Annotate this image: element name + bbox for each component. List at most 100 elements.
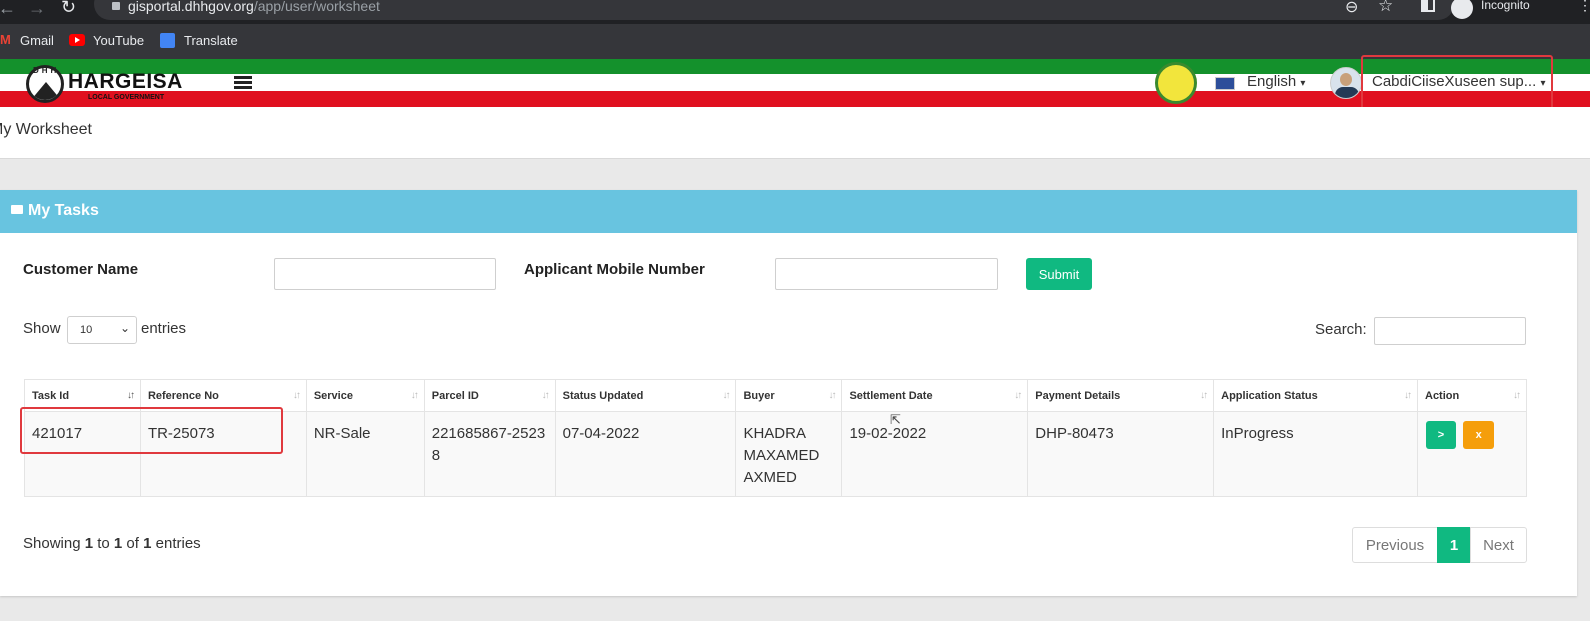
col-payment-details[interactable]: Payment Details ↓↑ <box>1027 379 1215 412</box>
col-application-status[interactable]: Application Status ↓↑ <box>1213 379 1418 412</box>
url-host: gisportal.dhhgov.org <box>128 0 254 14</box>
chevron-down-icon: ▾ <box>1300 78 1306 89</box>
col-settlement-date-label: Settlement Date <box>849 389 933 402</box>
page-title: My Worksheet <box>0 121 92 138</box>
sort-icon: ↓↑ <box>410 390 419 401</box>
translate-icon <box>160 33 175 48</box>
info-to-word: to <box>93 535 114 552</box>
government-seal-icon <box>1155 62 1197 104</box>
info-of-word: of <box>122 535 144 552</box>
col-settlement-date[interactable]: Settlement Date ↓↑ <box>841 379 1029 412</box>
col-buyer[interactable]: Buyer ↓↑ <box>735 379 843 412</box>
col-buyer-label: Buyer <box>743 389 775 402</box>
sort-icon: ↓↑ <box>1404 390 1412 401</box>
col-reference-no-label: Reference No <box>147 389 219 402</box>
pagination-next[interactable]: Next <box>1470 527 1527 563</box>
zoom-icon[interactable]: ⊖ <box>1345 0 1358 17</box>
lock-icon <box>112 2 120 10</box>
my-tasks-panel: My Tasks Customer Name Applicant Mobile … <box>0 190 1577 596</box>
info-to: 1 <box>113 535 123 552</box>
sort-icon: ↓↑ <box>541 390 550 401</box>
cell-parcel-id: 221685867-25238 <box>423 411 556 497</box>
col-action[interactable]: Action ↓↑ <box>1417 379 1527 412</box>
mountain-icon <box>31 82 61 100</box>
cell-buyer: KHADRA MAXAMED AXMED <box>735 411 843 497</box>
language-label: English <box>1247 73 1297 90</box>
cancel-button[interactable]: x <box>1463 421 1495 449</box>
search-input[interactable] <box>1374 317 1526 345</box>
panel-title: My Tasks <box>28 202 99 219</box>
cell-settlement-date: 19-02-2022 <box>841 411 1029 497</box>
bookmark-youtube[interactable]: YouTube <box>93 33 144 48</box>
pagination-previous[interactable]: Previous <box>1352 527 1438 563</box>
language-selector[interactable]: English ▾ <box>1247 73 1305 90</box>
youtube-play-icon <box>75 37 80 43</box>
col-service-label: Service <box>313 389 353 402</box>
url-text: gisportal.dhhgov.org/app/user/worksheet <box>128 0 380 16</box>
col-payment-details-label: Payment Details <box>1035 389 1121 402</box>
back-arrow-icon[interactable]: ← <box>0 0 16 19</box>
col-parcel-id-label: Parcel ID <box>431 389 479 402</box>
browser-toolbar: ← → ↻ gisportal.dhhgov.org/app/user/work… <box>0 0 1590 24</box>
panel-header: My Tasks <box>0 190 1577 233</box>
logo-title: HARGEISA <box>68 70 183 93</box>
cell-status-updated: 07-04-2022 <box>554 411 737 497</box>
hamburger-menu-icon[interactable] <box>234 76 252 90</box>
reload-icon[interactable]: ↻ <box>61 0 76 18</box>
entries-select-value: 10 <box>80 324 93 336</box>
cell-action: > x <box>1417 411 1527 497</box>
info-prefix: Showing <box>23 535 85 552</box>
show-label: Show <box>23 320 61 337</box>
bookmarks-bar: M Gmail YouTube Translate <box>0 24 1590 59</box>
sort-icon: ↓↑ <box>292 390 301 401</box>
sort-icon: ↓↑ <box>722 390 730 401</box>
col-status-updated[interactable]: Status Updated ↓↑ <box>554 379 737 412</box>
sort-desc-icon: ↓↑ <box>126 390 135 401</box>
uk-flag-icon <box>1215 77 1235 90</box>
info-from: 1 <box>84 535 94 552</box>
customer-name-input[interactable] <box>274 258 496 290</box>
table-info: Showing 1 to 1 of 1 entries <box>23 535 201 552</box>
submit-button[interactable]: Submit <box>1026 258 1092 290</box>
search-label: Search: <box>1315 321 1367 338</box>
proceed-button[interactable]: > <box>1426 421 1456 449</box>
entries-label: entries <box>141 320 187 337</box>
browser-menu-icon[interactable]: ⋮ <box>1578 0 1590 14</box>
incognito-label: Incognito <box>1481 0 1530 12</box>
url-path: /app/user/worksheet <box>253 0 380 14</box>
entries-select[interactable]: 10 ⌄ <box>67 316 137 344</box>
col-status-updated-label: Status Updated <box>562 389 644 402</box>
col-parcel-id[interactable]: Parcel ID ↓↑ <box>423 379 556 412</box>
sort-icon: ↓↑ <box>828 390 836 401</box>
cell-application-status: InProgress <box>1213 411 1418 497</box>
mobile-number-label: Applicant Mobile Number <box>524 261 705 278</box>
forward-arrow-icon[interactable]: → <box>28 0 46 19</box>
avatar-head-icon <box>1340 73 1352 86</box>
chevron-down-icon: ⌄ <box>120 321 131 335</box>
avatar-body-icon <box>1335 87 1359 98</box>
side-panel-icon[interactable] <box>1421 0 1435 12</box>
col-action-label: Action <box>1425 389 1460 402</box>
tasks-icon <box>11 205 23 214</box>
cell-payment-details: DHP-80473 <box>1027 411 1215 497</box>
logo-badge: DHH <box>33 66 60 75</box>
app-header: DHH HARGEISA LOCAL GOVERNMENT English ▾ … <box>0 59 1590 107</box>
avatar[interactable] <box>1330 67 1362 99</box>
pagination-page-1[interactable]: 1 <box>1437 527 1471 563</box>
logo[interactable]: DHH HARGEISA LOCAL GOVERNMENT <box>26 63 182 105</box>
logo-subtitle: LOCAL GOVERNMENT <box>88 94 165 101</box>
bookmark-gmail[interactable]: Gmail <box>20 33 54 48</box>
address-bar[interactable]: gisportal.dhhgov.org/app/user/worksheet <box>94 0 1454 20</box>
col-application-status-label: Application Status <box>1221 389 1318 402</box>
gmail-icon: M <box>0 32 11 47</box>
row-highlight-box <box>20 407 283 454</box>
customer-name-label: Customer Name <box>23 261 139 278</box>
mobile-number-input[interactable] <box>775 258 998 290</box>
cursor-icon: ⇱ <box>890 412 901 427</box>
star-icon[interactable]: ☆ <box>1378 0 1393 16</box>
col-task-id-label: Task Id <box>32 389 70 402</box>
col-service[interactable]: Service ↓↑ <box>305 379 425 412</box>
bookmark-translate[interactable]: Translate <box>184 33 238 48</box>
breadcrumb: My Worksheet <box>0 107 1590 159</box>
sort-icon: ↓↑ <box>1513 390 1521 401</box>
